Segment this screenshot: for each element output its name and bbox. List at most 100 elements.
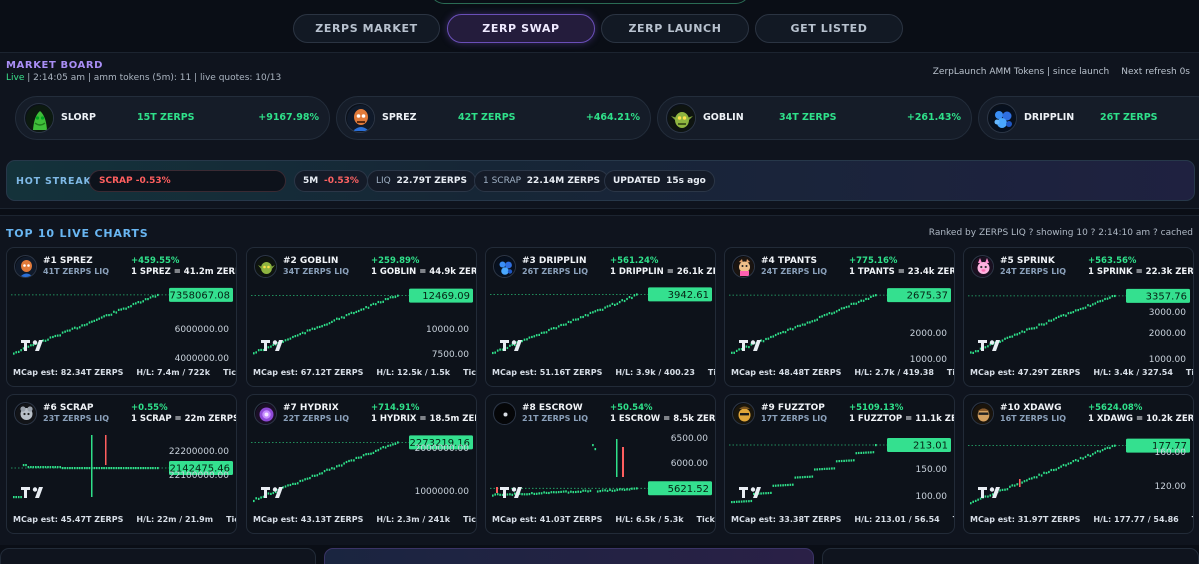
candle — [353, 459, 355, 462]
price-chart[interactable]: 7358067.08 6000000.00 4000000.00 — [7, 280, 237, 366]
candle — [296, 334, 299, 337]
candle — [1004, 337, 1006, 340]
tab-zerp-launch[interactable]: ZERP LAUNCH — [601, 14, 749, 43]
candle — [360, 308, 362, 311]
card-footer: MCap est: 41.03T ZERPS H/L: 6.5k / 5.3k Ti… — [492, 515, 715, 524]
ticker-card[interactable]: SLORP 15T ZERPS +9167.98% — [15, 96, 330, 140]
candle — [843, 459, 845, 462]
chart-card[interactable]: #6 SCRAP 23T ZERPS LIQ +0.55% 1 SCRAP = 22m… — [6, 394, 237, 534]
sprez-avatar-icon — [14, 255, 37, 278]
ticker-mcap: 42T ZERPS — [458, 112, 516, 123]
candle — [1035, 326, 1038, 329]
goblin-avatar-icon — [666, 103, 696, 133]
tab-zerp-swap[interactable]: ZERP SWAP — [447, 14, 595, 43]
candle — [1109, 446, 1111, 450]
candle — [78, 326, 81, 329]
candle — [1011, 335, 1014, 338]
candle — [796, 324, 799, 328]
y-tick-label: 10000.00 — [426, 325, 469, 335]
chart-card[interactable]: #5 SPRINK 24T ZERPS LIQ +563.56% 1 SPRINK =… — [963, 247, 1194, 387]
card-liquidity: 23T ZERPS LIQ — [43, 414, 110, 423]
chart-card[interactable]: #8 ESCROW 21T ZERPS LIQ +50.54% 1 ESCROW = … — [485, 394, 716, 534]
card-ticks: Ticks: 111 — [463, 515, 477, 524]
candle — [144, 298, 147, 301]
candle — [71, 467, 74, 470]
updated-label: UPDATED — [613, 176, 661, 186]
hot-streak-value[interactable]: SCRAP -0.53% — [89, 170, 286, 192]
ticker-card[interactable]: DRIPPLIN 26T ZERPS — [978, 96, 1199, 140]
chart-card[interactable]: #4 TPANTS 24T ZERPS LIQ +775.16% 1 TPANTS =… — [724, 247, 955, 387]
candle — [93, 319, 96, 322]
card-change: +714.91% — [371, 403, 420, 413]
chart-card[interactable]: #10 XDAWG 16T ZERPS LIQ +5624.08% 1 XDAWG =… — [963, 394, 1194, 534]
card-change: +5109.13% — [849, 403, 904, 413]
price-chart[interactable]: 22142475.4622200000.0022100000.00 — [7, 427, 237, 513]
candle — [345, 314, 348, 317]
candle — [1013, 484, 1016, 487]
candle — [831, 467, 833, 470]
candle — [1099, 450, 1101, 453]
candle — [553, 327, 555, 330]
price-chart[interactable]: 12469.09 10000.00 7500.00 — [247, 280, 477, 366]
price-chart[interactable]: 2675.37 2000.00 1000.00 — [725, 280, 955, 366]
card-footer: MCap est: 67.12T ZERPS H/L: 12.5k / 1.5k T… — [253, 368, 476, 377]
card-footer: MCap est: 47.29T ZERPS H/L: 3.4k / 327.54… — [970, 368, 1193, 377]
candle — [96, 318, 98, 321]
candle — [132, 467, 135, 470]
candle — [71, 327, 74, 330]
chart-card[interactable]: #3 DRIPPLIN 26T ZERPS LIQ +561.24% 1 DRIPPL… — [485, 247, 716, 387]
ticker-card[interactable]: GOBLIN 34T ZERPS +261.43% — [657, 96, 972, 140]
candle — [343, 462, 345, 465]
candle — [1111, 444, 1114, 448]
candle — [1072, 460, 1075, 463]
candle — [292, 482, 294, 485]
last-price-tag: 3357.76 — [1146, 291, 1187, 302]
chart-card[interactable]: #9 FUZZTOP 17T ZERPS LIQ +5109.13% 1 FUZZTO… — [724, 394, 955, 534]
candle — [1038, 473, 1040, 476]
chart-card[interactable]: #2 GOBLIN 34T ZERPS LIQ +259.89% 1 GOBLIN =… — [246, 247, 477, 387]
candle — [584, 314, 587, 317]
candle — [806, 475, 809, 478]
candle — [633, 294, 636, 297]
top-glow-accent — [430, 0, 750, 4]
chart-card[interactable]: #1 SPREZ 41T ZERPS LIQ +459.55% 1 SPREZ = 4… — [6, 247, 237, 387]
card-rate: 1 ESCROW = 8.5k ZERPS — [610, 414, 716, 424]
candle — [1089, 454, 1092, 457]
candle — [740, 500, 743, 503]
candle — [64, 330, 66, 333]
y-tick-label: 1000.00 — [1149, 355, 1186, 365]
price-chart[interactable]: 3942.61 — [486, 280, 716, 366]
candle — [1021, 330, 1023, 333]
chart-card[interactable]: #7 HYDRIX 22T ZERPS LIQ +714.91% 1 HYDRIX =… — [246, 394, 477, 534]
tab-get-listed[interactable]: GET LISTED — [755, 14, 903, 43]
candle — [54, 334, 57, 338]
candle — [594, 310, 597, 313]
fuzztop-avatar-icon — [732, 402, 755, 425]
card-ticks: Ticks: 111 — [946, 368, 955, 377]
candle — [1016, 333, 1018, 336]
tab-zerps-market[interactable]: ZERPS MARKET — [293, 14, 440, 43]
candle — [1106, 446, 1109, 449]
price-chart[interactable]: 3357.76 3000.00 2000.00 1000.00 — [964, 280, 1194, 366]
candle — [526, 493, 528, 496]
candle — [61, 331, 64, 334]
candle — [614, 303, 616, 306]
candle — [1028, 327, 1031, 330]
price-chart[interactable]: 2273219.162000000.001000000.00 — [247, 427, 477, 513]
candle — [745, 345, 748, 348]
candle — [628, 488, 631, 491]
candle — [826, 467, 828, 470]
last-price-tag: 213.01 — [913, 441, 948, 452]
candle — [331, 467, 333, 470]
price-chart[interactable]: 213.01 150.00 100.00 — [725, 427, 955, 513]
candle — [115, 311, 118, 314]
tradingview-logo-icon — [261, 340, 283, 351]
ticker-card[interactable]: SPREZ 42T ZERPS +464.21% — [336, 96, 651, 140]
market-board-status: Live | 2:14:05 am | amm tokens (5m): 11 … — [6, 73, 281, 83]
candle — [355, 310, 358, 313]
candle — [1114, 294, 1116, 298]
candle — [848, 305, 850, 308]
price-chart[interactable]: 5621.52 6500.00 6000.00 — [486, 427, 716, 513]
card-rate: 1 DRIPPLIN = 26.1k ZERPS — [610, 267, 715, 277]
price-chart[interactable]: 177.77160.00120.00 — [964, 427, 1194, 513]
